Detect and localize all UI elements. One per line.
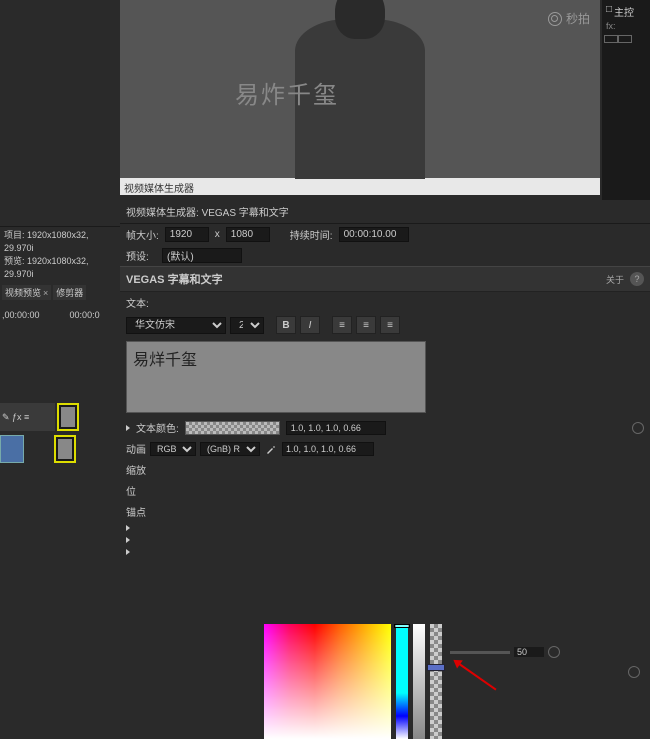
preset-label: 预设: (126, 248, 156, 263)
hue-slider[interactable] (396, 624, 408, 739)
alpha-handle[interactable] (427, 664, 445, 671)
master-control-panel: □ 主控 fx: (602, 0, 650, 200)
time-mark: ,00:00:00 (2, 310, 40, 320)
text-content-area[interactable]: 易烊千玺 (126, 341, 426, 413)
timeline-ruler[interactable]: ,00:00:00 00:00:0 (0, 308, 120, 322)
expand-icon[interactable] (126, 525, 130, 531)
color-gradient-field[interactable] (264, 624, 391, 739)
selected-clip[interactable] (54, 435, 76, 463)
host-label: 主控 (614, 4, 634, 19)
align-right-button[interactable]: ≡ (380, 316, 400, 334)
expand-icon[interactable] (126, 549, 130, 555)
gamma-select[interactable]: (GnB) R (200, 442, 260, 456)
text-section-label: 文本: (126, 295, 149, 310)
level-ruler (612, 40, 642, 190)
frame-size-label: 帧大小: (126, 227, 159, 242)
color-values-input[interactable] (282, 442, 374, 456)
plugin-title: VEGAS 字幕和文字 (126, 271, 223, 287)
preset-input[interactable] (162, 248, 242, 263)
frame-width-input[interactable] (165, 227, 209, 242)
duration-label: 持续时间: (290, 227, 333, 242)
property-slider[interactable] (450, 651, 510, 654)
reset-icon[interactable] (632, 422, 644, 434)
track-header[interactable]: ✎ ƒx ≡ (0, 403, 55, 431)
italic-button[interactable]: I (300, 316, 320, 334)
fx-label: fx: (606, 21, 616, 31)
preview-resolution: 预览: 1920x1080x32, 29.970i (4, 255, 116, 281)
bold-button[interactable]: B (276, 316, 296, 334)
track-row: ✎ ƒx ≡ (0, 402, 120, 432)
align-center-button[interactable]: ≡ (356, 316, 376, 334)
font-size-select[interactable]: 24 (230, 317, 264, 334)
x-separator: x (215, 229, 220, 240)
eyedropper-icon[interactable] (264, 442, 278, 456)
alpha-slider[interactable] (430, 624, 442, 739)
color-mode-select[interactable]: RGB (150, 442, 196, 456)
anchor-label: 锚点 (126, 504, 146, 519)
media-generator-panel: 视频媒体生成器: VEGAS 字幕和文字 帧大小: x 持续时间: 预设: VE… (120, 200, 650, 541)
scale-label: 缩放 (126, 462, 146, 477)
about-link[interactable]: 关于 (606, 273, 624, 286)
overlay-text: 易炸千玺 (235, 75, 339, 110)
preview-label-bar: 视频媒体生成器 (120, 178, 600, 195)
color-swatch[interactable] (185, 421, 280, 435)
font-family-select[interactable]: 华文仿宋 (126, 317, 226, 334)
text-color-label: 文本颜色: (136, 420, 179, 435)
position-label: 位 (126, 483, 136, 498)
generator-header-name: VEGAS 字幕和文字 (202, 208, 289, 219)
watermark-icon (548, 12, 562, 26)
watermark: 秒拍 (548, 10, 590, 27)
align-left-button[interactable]: ≡ (332, 316, 352, 334)
left-panel: 项目: 1920x1080x32, 29.970i 预览: 1920x1080x… (0, 200, 120, 541)
watermark-text: 秒拍 (566, 10, 590, 27)
track-row (0, 434, 120, 464)
hue-handle[interactable] (394, 624, 410, 628)
video-clip[interactable] (0, 435, 24, 463)
reset-icon[interactable] (628, 666, 640, 678)
tab-video-preview[interactable]: 视频预览× (2, 285, 51, 300)
slider-value[interactable]: 50 (514, 647, 544, 657)
generator-header-prefix: 视频媒体生成器: (126, 208, 199, 219)
preview-frame: 秒拍 易炸千玺 (120, 0, 600, 178)
help-icon[interactable]: ? (630, 272, 644, 286)
animation-label: 动画 (126, 441, 146, 456)
selected-clip[interactable] (57, 403, 79, 431)
color-picker (264, 624, 442, 739)
box-icon[interactable]: □ (606, 4, 612, 19)
project-resolution: 项目: 1920x1080x32, 29.970i (4, 229, 116, 255)
frame-height-input[interactable] (226, 227, 270, 242)
color-value[interactable]: 1.0, 1.0, 1.0, 0.66 (286, 421, 386, 435)
time-mark: 00:00:0 (70, 310, 100, 320)
saturation-slider[interactable] (413, 624, 425, 739)
expand-icon[interactable] (126, 537, 130, 543)
reset-icon[interactable] (548, 646, 560, 658)
duration-input[interactable] (339, 227, 409, 242)
tab-trimmer[interactable]: 修剪器 (53, 285, 86, 300)
close-icon[interactable]: × (43, 288, 48, 298)
video-preview: 秒拍 易炸千玺 视频媒体生成器 (120, 0, 600, 195)
expand-icon[interactable] (126, 425, 130, 431)
